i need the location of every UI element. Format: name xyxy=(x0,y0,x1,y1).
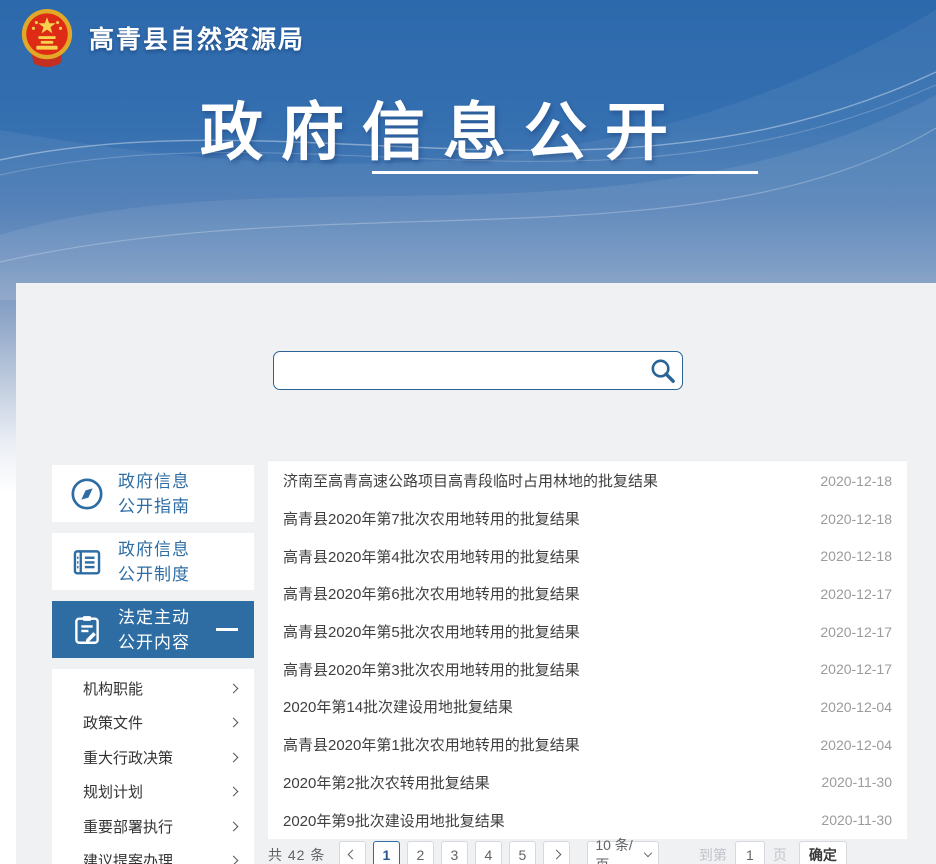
document-date: 2020-11-30 xyxy=(821,774,892,790)
chevron-right-icon xyxy=(229,752,239,762)
document-date: 2020-12-04 xyxy=(820,737,892,753)
page: 高青县自然资源局 政府信息公开 政府信息公开指南政府信息公开制度法定主动公开内容… xyxy=(0,0,936,864)
chevron-right-icon xyxy=(551,850,561,860)
goto-suffix-label: 页 xyxy=(773,845,787,864)
site-name: 高青县自然资源局 xyxy=(89,20,305,56)
list-item[interactable]: 济南至高青高速公路项目高青段临时占用林地的批复结果 2020-12-18 xyxy=(283,462,892,500)
list-item[interactable]: 2020年第9批次建设用地批复结果 2020-11-30 xyxy=(283,801,892,839)
list-item[interactable]: 高青县2020年第3批次农用地转用的批复结果 2020-12-17 xyxy=(283,650,892,688)
document-title-link[interactable]: 高青县2020年第6批次农用地转用的批复结果 xyxy=(283,583,580,604)
goto-confirm-button[interactable]: 确定 xyxy=(799,841,847,864)
page-number-buttons: 12345 xyxy=(369,841,539,864)
submenu-item[interactable]: 重要部署执行 xyxy=(52,809,254,844)
document-date: 2020-11-30 xyxy=(821,812,892,828)
page-button-3[interactable]: 3 xyxy=(441,841,468,864)
collapse-minus-icon xyxy=(216,628,238,631)
list-item[interactable]: 高青县2020年第6批次农用地转用的批复结果 2020-12-17 xyxy=(283,575,892,613)
document-date: 2020-12-17 xyxy=(820,661,892,677)
sidebar-menu: 政府信息公开指南政府信息公开制度法定主动公开内容 xyxy=(52,465,254,658)
document-title-link[interactable]: 高青县2020年第4批次农用地转用的批复结果 xyxy=(283,546,580,567)
submenu-item-label: 机构职能 xyxy=(83,678,143,699)
goto-page-group: 到第 页 xyxy=(699,841,787,864)
submenu-item-label: 规划计划 xyxy=(83,781,143,802)
chevron-right-icon xyxy=(229,821,239,831)
list-item[interactable]: 2020年第14批次建设用地批复结果 2020-12-04 xyxy=(283,688,892,726)
title-underline xyxy=(372,171,758,174)
goto-page-input[interactable] xyxy=(735,841,765,864)
submenu-item-label: 重大行政决策 xyxy=(83,747,173,768)
sidebar-item-link[interactable]: 政府信息公开指南 xyxy=(52,465,254,522)
page-size-select[interactable]: 10 条/页 xyxy=(587,841,659,864)
notebook-icon xyxy=(70,545,104,579)
search-icon xyxy=(649,357,676,384)
total-count-label: 共 42 条 xyxy=(268,845,325,864)
document-title-link[interactable]: 2020年第9批次建设用地批复结果 xyxy=(283,810,505,831)
sidebar-item-label: 政府信息公开指南 xyxy=(118,469,190,519)
list-item[interactable]: 高青县2020年第4批次农用地转用的批复结果 2020-12-18 xyxy=(283,537,892,575)
chevron-right-icon xyxy=(229,683,239,693)
submenu-item-label: 政策文件 xyxy=(83,712,143,733)
pagination-bar: 共 42 条 12345 10 条/页 到第 页 确定 xyxy=(268,841,928,864)
document-date: 2020-12-18 xyxy=(820,548,892,564)
document-title-link[interactable]: 高青县2020年第5批次农用地转用的批复结果 xyxy=(283,621,580,642)
chevron-right-icon xyxy=(229,787,239,797)
national-emblem-logo xyxy=(18,7,76,69)
document-title-link[interactable]: 2020年第2批次农转用批复结果 xyxy=(283,772,490,793)
document-list: 济南至高青高速公路项目高青段临时占用林地的批复结果2020-12-18高青县20… xyxy=(268,460,907,839)
document-title-link[interactable]: 高青县2020年第3批次农用地转用的批复结果 xyxy=(283,659,580,680)
document-title-link[interactable]: 济南至高青高速公路项目高青段临时占用林地的批复结果 xyxy=(283,470,658,491)
sidebar-item-label: 政府信息公开制度 xyxy=(118,537,190,587)
page-title: 政府信息公开 xyxy=(200,82,686,173)
sidebar: 政府信息公开指南政府信息公开制度法定主动公开内容 机构职能政策文件重大行政决策规… xyxy=(52,465,254,864)
search-input[interactable] xyxy=(274,352,642,389)
goto-prefix-label: 到第 xyxy=(699,845,727,864)
search-button[interactable] xyxy=(642,352,682,389)
submenu-item[interactable]: 重大行政决策 xyxy=(52,740,254,775)
document-title-link[interactable]: 高青县2020年第1批次农用地转用的批复结果 xyxy=(283,734,580,755)
document-date: 2020-12-18 xyxy=(820,511,892,527)
submenu-item[interactable]: 规划计划 xyxy=(52,775,254,810)
submenu-item[interactable]: 建议提案办理 xyxy=(52,844,254,864)
page-button-5[interactable]: 5 xyxy=(509,841,536,864)
submenu-item-label: 建议提案办理 xyxy=(83,850,173,864)
document-title-link[interactable]: 高青县2020年第7批次农用地转用的批复结果 xyxy=(283,508,580,529)
submenu-item[interactable]: 机构职能 xyxy=(52,671,254,706)
compass-icon xyxy=(70,477,104,511)
page-button-2[interactable]: 2 xyxy=(407,841,434,864)
document-date: 2020-12-17 xyxy=(820,624,892,640)
clipboard-pencil-icon xyxy=(70,613,104,647)
sidebar-item-active[interactable]: 法定主动公开内容 xyxy=(52,601,254,658)
chevron-right-icon xyxy=(229,856,239,864)
chevron-right-icon xyxy=(229,718,239,728)
document-date: 2020-12-18 xyxy=(820,473,892,489)
list-item[interactable]: 高青县2020年第1批次农用地转用的批复结果 2020-12-04 xyxy=(283,726,892,764)
list-item[interactable]: 高青县2020年第5批次农用地转用的批复结果 2020-12-17 xyxy=(283,613,892,651)
document-date: 2020-12-04 xyxy=(820,699,892,715)
page-size-label: 10 条/页 xyxy=(595,835,645,864)
list-item[interactable]: 2020年第2批次农转用批复结果 2020-11-30 xyxy=(283,764,892,802)
sidebar-item-link[interactable]: 政府信息公开制度 xyxy=(52,533,254,590)
list-item[interactable]: 高青县2020年第7批次农用地转用的批复结果 2020-12-18 xyxy=(283,500,892,538)
next-page-button[interactable] xyxy=(543,841,570,864)
submenu-item-label: 重要部署执行 xyxy=(83,816,173,837)
content-panel: 政府信息公开指南政府信息公开制度法定主动公开内容 机构职能政策文件重大行政决策规… xyxy=(16,283,936,864)
site-brand: 高青县自然资源局 xyxy=(18,7,305,69)
sidebar-item-label: 法定主动公开内容 xyxy=(118,605,190,655)
search-box xyxy=(273,351,683,390)
sidebar-submenu: 机构职能政策文件重大行政决策规划计划重要部署执行建议提案办理 xyxy=(52,669,254,864)
document-title-link[interactable]: 2020年第14批次建设用地批复结果 xyxy=(283,696,513,717)
prev-page-button[interactable] xyxy=(339,841,366,864)
chevron-left-icon xyxy=(347,850,357,860)
submenu-item[interactable]: 政策文件 xyxy=(52,706,254,741)
page-button-1[interactable]: 1 xyxy=(373,841,400,864)
document-date: 2020-12-17 xyxy=(820,586,892,602)
page-button-4[interactable]: 4 xyxy=(475,841,502,864)
